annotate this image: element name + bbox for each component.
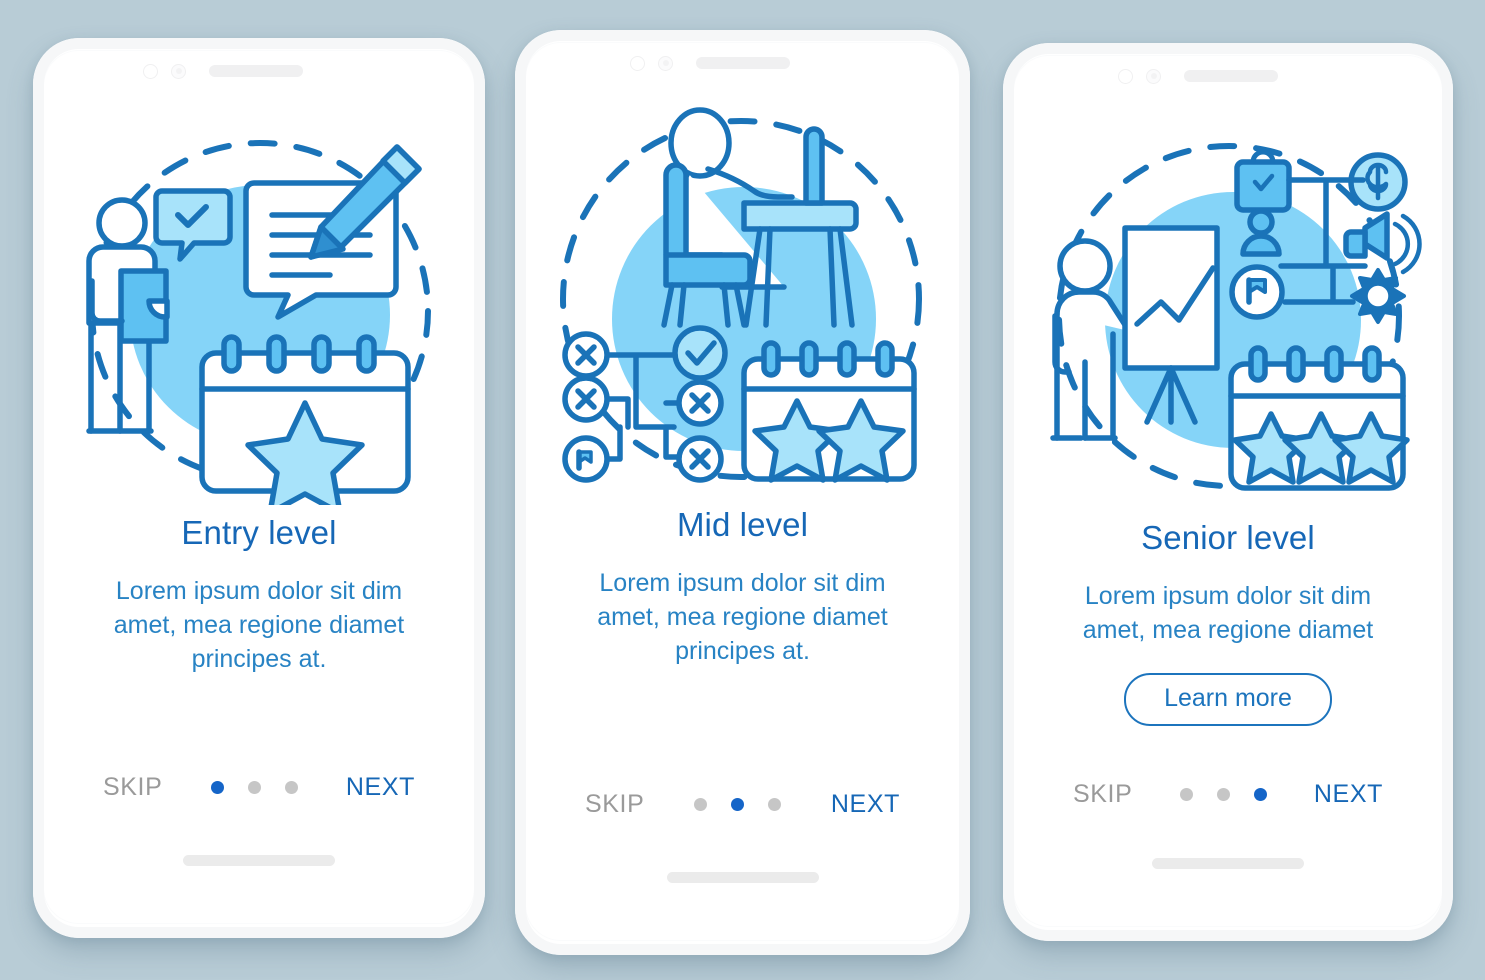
pagination-dot-1[interactable] — [694, 798, 708, 811]
home-indicator[interactable] — [1152, 858, 1304, 869]
pagination-dot-3[interactable] — [1253, 788, 1267, 801]
text-content-mid-level: Mid level Lorem ipsum dolor sit dim amet… — [525, 502, 960, 668]
navigation-row: SKIP NEXT — [43, 773, 475, 802]
speaker-grille-icon — [1184, 70, 1278, 82]
mid-level-illustration — [525, 102, 960, 502]
next-button[interactable]: NEXT — [346, 773, 415, 802]
page-title: Senior level — [1141, 519, 1315, 556]
pagination-dot-3[interactable] — [284, 781, 298, 794]
next-button[interactable]: NEXT — [831, 790, 900, 819]
pagination-dot-2[interactable] — [247, 781, 261, 794]
pagination-dots — [1179, 788, 1267, 801]
phone-mockup-entry-level: Entry level Lorem ipsum dolor sit dim am… — [33, 38, 485, 938]
page-description: Lorem ipsum dolor sit dim amet, mea regi… — [597, 569, 888, 665]
navigation-row: SKIP NEXT — [1013, 780, 1443, 809]
next-button[interactable]: NEXT — [1314, 780, 1383, 809]
camera-icon — [630, 55, 645, 71]
entry-level-illustration-svg — [86, 140, 431, 505]
text-content-senior-level: Senior level Lorem ipsum dolor sit dim a… — [1013, 515, 1443, 726]
home-indicator[interactable] — [183, 855, 335, 866]
pagination-dot-1[interactable] — [1179, 788, 1193, 801]
phone-mockup-senior-level: Senior level Lorem ipsum dolor sit dim a… — [1003, 43, 1453, 941]
phone-screen-entry-level: Entry level Lorem ipsum dolor sit dim am… — [43, 50, 475, 924]
skip-button[interactable]: SKIP — [103, 773, 162, 802]
pagination-dot-2[interactable] — [731, 798, 745, 811]
sensor-icon — [658, 55, 673, 71]
pagination-dot-1[interactable] — [210, 781, 224, 794]
senior-level-illustration — [1013, 115, 1443, 515]
phone-screen-mid-level: Mid level Lorem ipsum dolor sit dim amet… — [525, 42, 960, 941]
phone-screen-senior-level: Senior level Lorem ipsum dolor sit dim a… — [1013, 55, 1443, 927]
page-title: Entry level — [181, 514, 337, 551]
page-description: Lorem ipsum dolor sit dim amet, mea regi… — [1082, 582, 1374, 644]
speaker-grille-icon — [696, 57, 790, 69]
entry-level-illustration — [43, 110, 475, 510]
pagination-dot-3[interactable] — [768, 798, 782, 811]
learn-more-button[interactable]: Learn more — [1124, 673, 1332, 726]
skip-button[interactable]: SKIP — [585, 790, 644, 819]
status-bar — [43, 50, 475, 92]
page-description: Lorem ipsum dolor sit dim amet, mea regi… — [113, 577, 405, 673]
sensor-icon — [171, 63, 186, 79]
page-title: Mid level — [676, 506, 809, 543]
pagination-dots — [210, 781, 298, 794]
status-bar — [1013, 55, 1443, 97]
camera-icon — [1118, 68, 1133, 84]
pagination-dot-2[interactable] — [1216, 788, 1230, 801]
camera-icon — [143, 63, 158, 79]
home-indicator[interactable] — [666, 872, 819, 883]
senior-level-illustration-svg — [1050, 143, 1422, 491]
navigation-row: SKIP NEXT — [525, 790, 960, 819]
skip-button[interactable]: SKIP — [1073, 780, 1132, 809]
status-bar — [525, 42, 960, 84]
sensor-icon — [1146, 68, 1161, 84]
text-content-entry-level: Entry level Lorem ipsum dolor sit dim am… — [43, 510, 475, 676]
speaker-grille-icon — [209, 65, 303, 77]
phone-mockup-mid-level: Mid level Lorem ipsum dolor sit dim amet… — [515, 30, 970, 955]
onboarding-screens-stage: Entry level Lorem ipsum dolor sit dim am… — [0, 0, 1485, 980]
mid-level-illustration-svg — [559, 107, 922, 483]
pagination-dots — [694, 798, 782, 811]
